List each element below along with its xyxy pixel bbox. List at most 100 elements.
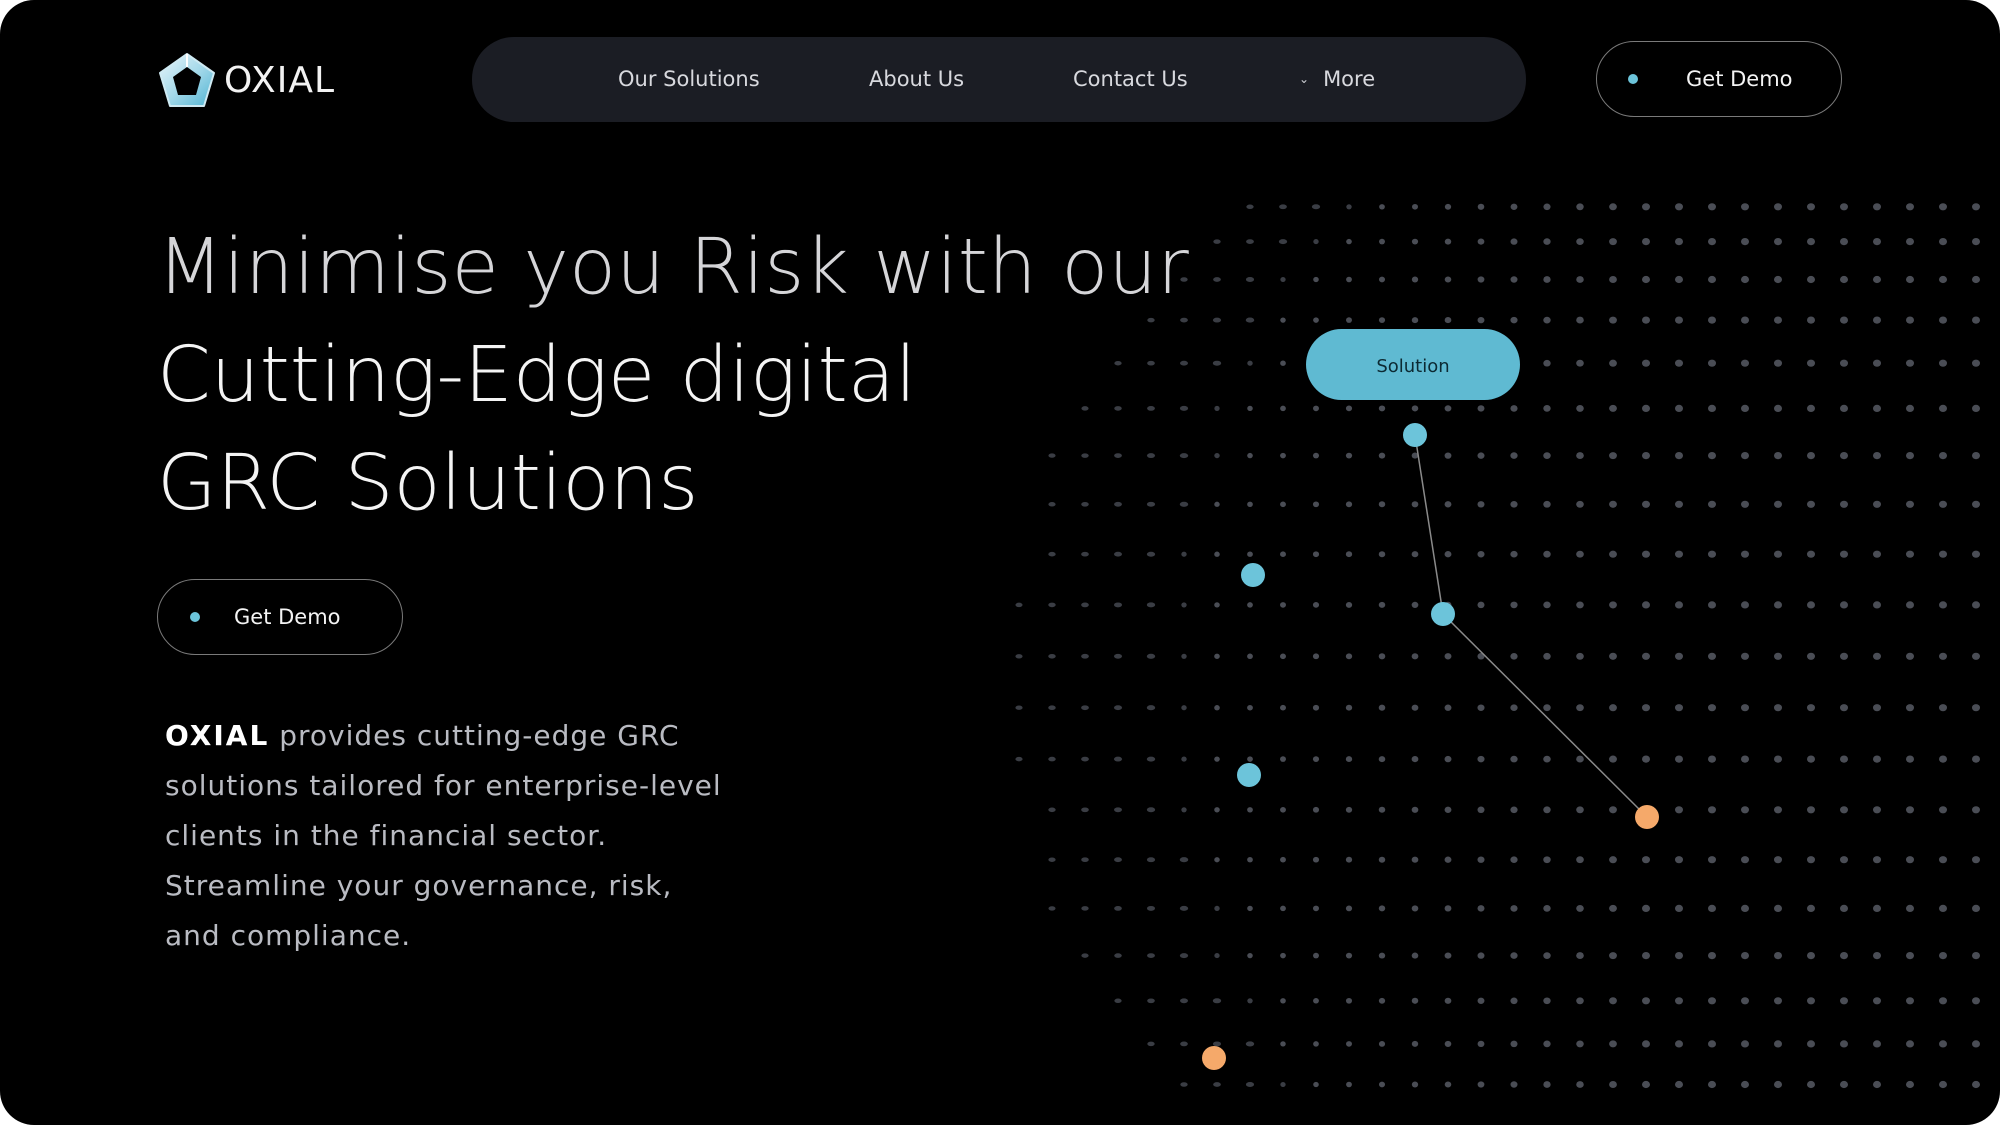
- globe-dot: [1181, 551, 1187, 557]
- globe-dot: [1576, 276, 1584, 283]
- globe-dot: [1510, 652, 1518, 660]
- globe-dot: [1609, 1080, 1617, 1089]
- globe-dot: [1741, 275, 1749, 284]
- globe-dot: [1411, 905, 1419, 912]
- globe-dot: [1873, 652, 1881, 660]
- dotted-globe-graphic: Solution: [1015, 203, 1980, 1089]
- globe-dot: [1247, 501, 1253, 507]
- globe-dot: [1873, 359, 1881, 367]
- globe-dot: [1807, 904, 1815, 913]
- globe-dot: [1774, 997, 1782, 1005]
- globe-dot: [1477, 704, 1485, 711]
- globe-dot: [1181, 602, 1187, 608]
- globe-dot: [1543, 500, 1551, 508]
- globe-dot: [1247, 704, 1253, 711]
- globe-dot: [1444, 276, 1452, 283]
- globe-dot: [1280, 807, 1286, 813]
- globe-dot: [1675, 316, 1683, 324]
- globe-dot: [1114, 998, 1122, 1004]
- globe-dot: [1346, 317, 1352, 323]
- globe-dot: [1807, 755, 1815, 763]
- globe-dot: [1378, 905, 1386, 912]
- globe-dot: [1543, 704, 1551, 712]
- globe-dot: [1379, 238, 1385, 245]
- globe-dot: [1543, 316, 1551, 324]
- globe-dot: [1675, 997, 1683, 1005]
- globe-dot: [1179, 857, 1189, 863]
- globe-dot: [1741, 404, 1749, 412]
- globe-dot: [1146, 602, 1156, 608]
- globe-dot: [1180, 1082, 1188, 1087]
- globe-dot: [1247, 602, 1253, 608]
- globe-dot: [1840, 755, 1848, 763]
- globe-dot: [1840, 203, 1848, 211]
- globe-dot: [1609, 904, 1617, 912]
- globe-dot: [1048, 857, 1056, 862]
- globe-dot: [1280, 905, 1286, 912]
- globe-dot: [1972, 316, 1980, 324]
- globe-dot: [1444, 1040, 1452, 1047]
- globe-dot: [1146, 857, 1156, 863]
- globe-dot: [1510, 452, 1518, 459]
- globe-dot: [1675, 904, 1683, 913]
- globe-dot: [1774, 952, 1782, 960]
- globe-dot: [1873, 203, 1881, 211]
- globe-dot: [1280, 551, 1286, 557]
- globe-dot: [1807, 997, 1815, 1005]
- globe-dot: [1873, 316, 1881, 324]
- globe-dot: [1609, 806, 1617, 814]
- globe-dot: [1213, 1082, 1221, 1087]
- globe-dot: [1477, 997, 1485, 1004]
- globe-dot: [1247, 653, 1253, 660]
- globe-dot: [1972, 904, 1980, 913]
- globe-dot: [1642, 359, 1650, 367]
- globe-dot: [1939, 856, 1947, 864]
- globe-dot: [1807, 452, 1815, 460]
- globe-dot: [1939, 952, 1947, 960]
- globe-dot: [1411, 1081, 1419, 1088]
- globe-dot: [1774, 904, 1782, 913]
- globe-dot: [1345, 452, 1353, 459]
- globe-dot: [1609, 359, 1617, 367]
- globe-dot: [1510, 856, 1518, 864]
- globe-dot: [1312, 806, 1320, 813]
- globe-dot: [1510, 997, 1518, 1005]
- globe-dot: [1675, 704, 1683, 712]
- globe-dot: [1642, 404, 1650, 412]
- globe-dot: [1972, 1080, 1980, 1089]
- globe-dot: [1873, 238, 1881, 246]
- globe-dot: [1642, 316, 1650, 324]
- connector-line: [1414, 434, 1444, 615]
- globe-dot: [1477, 905, 1485, 912]
- globe-dot: [1181, 807, 1187, 813]
- globe-dot: [1146, 756, 1156, 762]
- globe-dot: [1774, 755, 1782, 763]
- globe-dot: [1444, 653, 1452, 660]
- globe-dot: [1411, 238, 1419, 245]
- globe-dot: [1840, 238, 1848, 246]
- globe-dot: [1510, 704, 1518, 712]
- globe-dot: [1346, 238, 1352, 245]
- globe-dot: [1346, 276, 1352, 283]
- globe-dot: [1477, 452, 1485, 459]
- globe-dot: [1214, 453, 1220, 459]
- globe-dot: [1543, 755, 1551, 763]
- solution-tag[interactable]: Solution: [1306, 329, 1520, 400]
- globe-dot: [1741, 1080, 1749, 1089]
- globe-dot: [1015, 654, 1023, 659]
- globe-dot: [1510, 806, 1518, 814]
- globe-dot: [1247, 905, 1253, 912]
- globe-dot: [1609, 238, 1617, 246]
- globe-dot: [1147, 360, 1155, 366]
- globe-dot: [1312, 905, 1320, 912]
- globe-dot: [1807, 704, 1815, 712]
- globe-dot: [1146, 453, 1156, 459]
- globe-dot: [1840, 550, 1848, 558]
- globe-dot: [1840, 452, 1848, 460]
- globe-dot: [1214, 905, 1220, 911]
- globe-dot: [1741, 806, 1749, 814]
- globe-dot: [1114, 807, 1122, 813]
- globe-dot: [1081, 756, 1089, 762]
- globe-dot: [1906, 275, 1914, 284]
- globe-dot: [1346, 1081, 1352, 1088]
